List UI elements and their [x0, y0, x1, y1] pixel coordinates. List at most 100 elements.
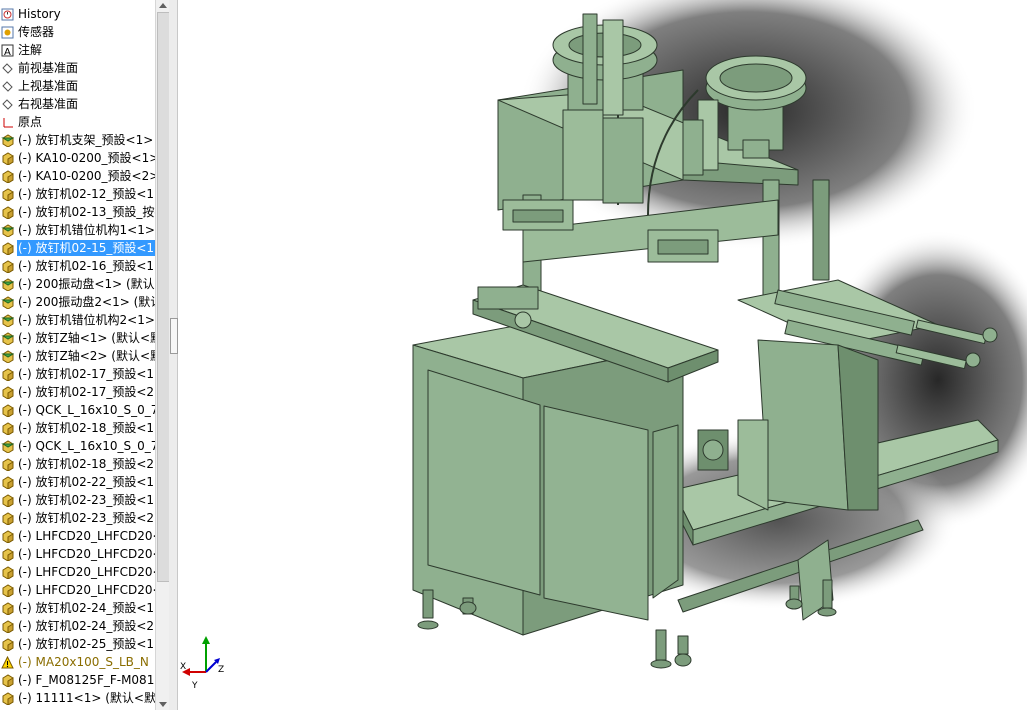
tree-item-label: (-) LHFCD20_LHFCD20< — [18, 547, 155, 561]
tree-item-label: (-) QCK_L_16x10_S_0_7_ — [18, 439, 155, 453]
cabinet-door-far — [652, 424, 679, 599]
tree-item[interactable]: (-) 放钉机02-24_预設<2> — [0, 617, 155, 635]
offset-mechanism-2 — [647, 229, 719, 263]
part-icon — [1, 151, 14, 166]
tree-item[interactable]: (-) LHFCD20_LHFCD20< — [0, 581, 155, 599]
tree-item[interactable]: (-) 放钉机02-24_预設<1> — [0, 599, 155, 617]
tree-item-label: (-) 放钉机02-16_预設<1> — [18, 259, 155, 273]
tree-item-label: (-) LHFCD20_LHFCD20< — [18, 583, 155, 597]
z-axis-arrow — [205, 661, 217, 673]
triad-y-label: Y — [191, 681, 198, 691]
part-icon — [1, 511, 14, 526]
tree-item[interactable]: (-) 放钉机支架_预設<1> — [0, 131, 155, 149]
scroll-down-icon[interactable] — [159, 702, 167, 707]
part-icon — [1, 421, 14, 436]
scroll-up-icon[interactable] — [159, 3, 167, 8]
tree-item-label: (-) 放钉机支架_预設<1> — [18, 133, 154, 147]
part-icon — [1, 367, 14, 382]
tree-item-label: (-) 放钉Z轴<1> (默认<默 — [18, 331, 155, 345]
triad-x-label: X — [180, 662, 186, 672]
tree-item[interactable]: A 注解 — [0, 41, 155, 59]
tree-item[interactable]: (-) 放钉机错位机构1<1> — [0, 221, 155, 239]
tree-item[interactable]: (-) 放钉机02-23_预設<2> — [0, 509, 155, 527]
tree-item[interactable]: (-) MA20x100_S_LB_N — [0, 653, 155, 671]
reference-triad: X Y Z — [180, 636, 224, 691]
tree-item-label: 原点 — [18, 115, 43, 129]
tree-item[interactable]: (-) 放钉机02-13_预設_按扣 — [0, 203, 155, 221]
tree-item[interactable]: (-) 放钉机02-12_预設<1> — [0, 185, 155, 203]
part-icon — [1, 205, 14, 220]
tree-item[interactable]: (-) 放钉机02-17_预設<2> — [0, 383, 155, 401]
part-icon — [1, 673, 14, 688]
tree-item[interactable]: (-) 放钉机错位机构2<1> — [0, 311, 155, 329]
origin-icon — [1, 116, 14, 129]
tree-item-label: (-) 放钉机02-24_预設<1> — [18, 601, 155, 615]
tree-item-label: (-) 放钉机02-15_预設<1> — [17, 240, 155, 256]
tree-item-label: (-) 放钉机错位机构1<1> — [18, 223, 155, 237]
assembly-icon — [1, 349, 15, 364]
tree-item[interactable]: 前视基准面 — [0, 59, 155, 77]
assembly-icon — [1, 313, 15, 328]
plane-icon — [1, 62, 14, 75]
part-icon — [1, 493, 14, 508]
tree-item[interactable]: (-) 11111<1> (默认<默认 — [0, 689, 155, 707]
part-icon — [1, 583, 14, 598]
tree-item[interactable]: 传感器 — [0, 23, 155, 41]
tree-item-label: (-) KA10-0200_预設<1> — [18, 151, 155, 165]
tree-item[interactable]: (-) 放钉机02-17_预設<1> — [0, 365, 155, 383]
svg-text:A: A — [4, 47, 11, 57]
plane-icon — [1, 80, 14, 93]
tree-item[interactable]: (-) 200振动盘2<1> (默认< — [0, 293, 155, 311]
tree-item[interactable]: (-) LHFCD20_LHFCD20< — [0, 527, 155, 545]
part-icon — [1, 475, 14, 490]
tree-item[interactable]: (-) 放钉Z轴<2> (默认<默 — [0, 347, 155, 365]
tree-item-label: (-) MA20x100_S_LB_N — [18, 655, 149, 669]
tree-item[interactable]: (-) 放钉机02-15_预設<1> — [0, 239, 155, 257]
assembly-icon — [1, 295, 15, 310]
part-icon — [1, 187, 14, 202]
tree-item-label: 前视基准面 — [18, 61, 79, 75]
graphics-viewport[interactable] — [178, 0, 1027, 710]
history-icon — [1, 8, 14, 21]
part-icon — [1, 529, 14, 544]
tree-item-label: (-) 放钉机02-24_预設<2> — [18, 619, 155, 633]
feature-tree[interactable]: History 传感器 A 注解前视基准面上视基准面右视基准面原点 (-) 放钉机支架_… — [0, 0, 155, 710]
triad-z-label: Z — [218, 665, 224, 675]
annotation-icon: A — [1, 44, 14, 58]
part-icon — [1, 637, 14, 652]
tree-item[interactable]: (-) 放钉机02-22_预設<1> — [0, 473, 155, 491]
tree-item[interactable]: (-) KA10-0200_预設<2> — [0, 167, 155, 185]
assembly-icon — [1, 133, 15, 148]
tree-item[interactable]: (-) 放钉机02-18_预設<1> — [0, 419, 155, 437]
tree-item[interactable]: (-) 放钉机02-16_预設<1> — [0, 257, 155, 275]
tree-item[interactable]: (-) QCK_L_16x10_S_0_7_ — [0, 437, 155, 455]
part-icon — [1, 565, 14, 580]
part-icon — [1, 601, 14, 616]
tree-item-label: (-) QCK_L_16x10_S_0_7_ — [18, 403, 155, 417]
tree-item[interactable]: (-) LHFCD20_LHFCD20< — [0, 563, 155, 581]
tree-item[interactable]: (-) QCK_L_16x10_S_0_7_ — [0, 401, 155, 419]
tree-item[interactable]: (-) 放钉机02-18_预設<2> — [0, 455, 155, 473]
tree-item-label: 右视基准面 — [18, 97, 79, 111]
splitter-collapse-handle[interactable] — [170, 318, 178, 354]
tree-item-label: (-) 放钉机02-13_预設_按扣 — [18, 205, 155, 219]
tree-scrollbar[interactable] — [155, 0, 170, 710]
tree-item[interactable]: 右视基准面 — [0, 95, 155, 113]
tree-item[interactable]: (-) 放钉机02-25_预設<1> — [0, 635, 155, 653]
panel-splitter[interactable] — [169, 0, 178, 710]
tree-item[interactable]: (-) 放钉Z轴<1> (默认<默 — [0, 329, 155, 347]
tree-item[interactable]: 原点 — [0, 113, 155, 131]
tree-item-label: (-) 放钉机02-17_预設<1> — [18, 367, 155, 381]
tree-item[interactable]: (-) F_M08125F_F-M0812 — [0, 671, 155, 689]
tree-item-label: (-) 放钉机02-22_预設<1> — [18, 475, 155, 489]
part-icon — [1, 169, 14, 184]
tree-item-label: 注解 — [18, 43, 43, 57]
tree-item[interactable]: (-) LHFCD20_LHFCD20< — [0, 545, 155, 563]
tree-item[interactable]: History — [0, 5, 155, 23]
tree-item[interactable]: 上视基准面 — [0, 77, 155, 95]
tree-item[interactable]: (-) 放钉机02-23_预設<1> — [0, 491, 155, 509]
assembly-icon — [1, 277, 15, 292]
tree-item-label: (-) 放钉机02-17_预設<2> — [18, 385, 155, 399]
tree-item[interactable]: (-) KA10-0200_预設<1> — [0, 149, 155, 167]
tree-item[interactable]: (-) 200振动盘<1> (默认< — [0, 275, 155, 293]
